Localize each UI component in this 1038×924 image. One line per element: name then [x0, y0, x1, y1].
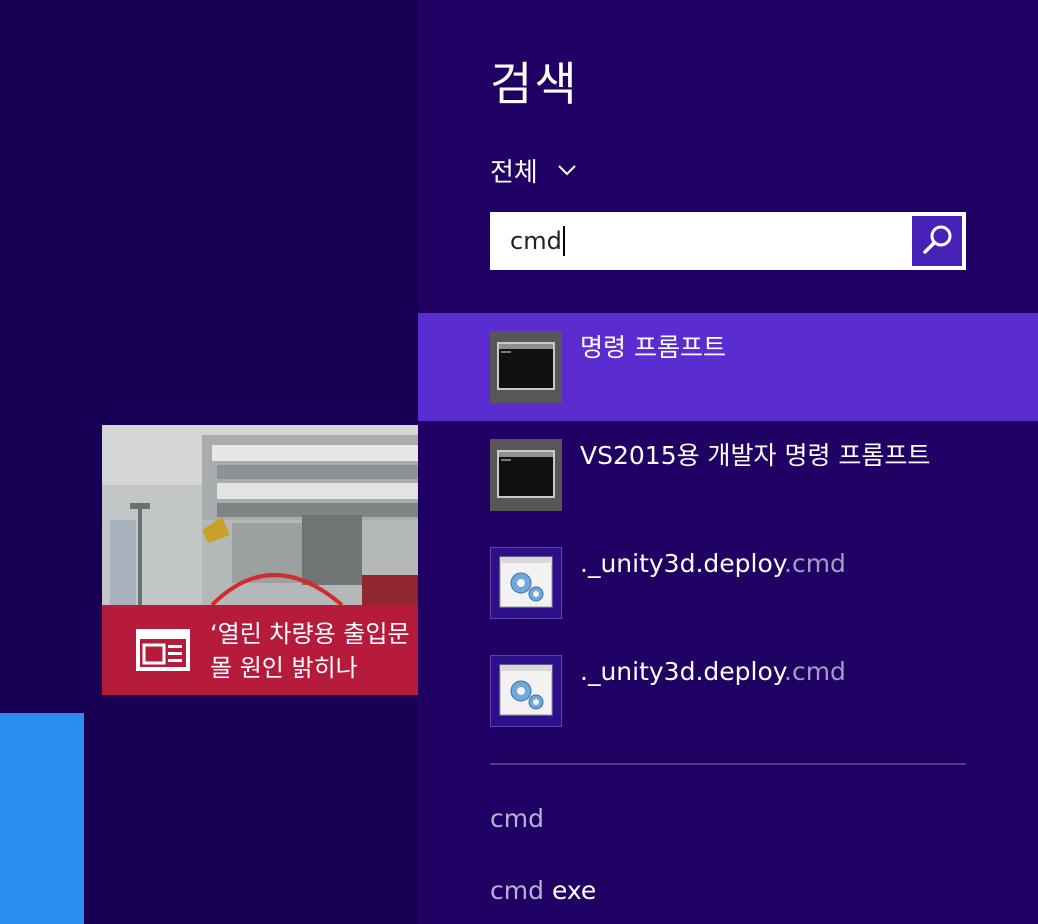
search-result-name: 명령 프롬프트: [580, 333, 726, 362]
search-suggestion[interactable]: cmd: [490, 802, 544, 836]
search-scope-dropdown[interactable]: 전체: [490, 150, 578, 190]
console-window-icon: [490, 331, 562, 403]
suggestion-match: cmd: [490, 876, 544, 905]
gear-window-icon: [490, 547, 562, 619]
news-headline-line2: 몰 원인 밝히나: [210, 654, 358, 682]
news-headline-line1: ‘열린 차량용 출입문: [210, 620, 410, 648]
search-box[interactable]: cmd: [490, 212, 966, 270]
search-result-item[interactable]: ._unity3d.deploy.cmd: [418, 529, 1038, 637]
search-result-extension: .cmd: [784, 657, 846, 686]
search-input-value: cmd: [510, 227, 562, 255]
search-result-item[interactable]: VS2015용 개발자 명령 프롬프트: [418, 421, 1038, 529]
blue-tile[interactable]: [0, 713, 84, 924]
search-input[interactable]: cmd: [510, 226, 565, 256]
search-result-extension: .cmd: [784, 549, 846, 578]
search-pane: 검색 전체 cmd 명령 프롬프트 VS2015용 개발자 명령 프롬프트 ._…: [418, 0, 1038, 924]
suggestion-rest: exe: [551, 876, 597, 905]
text-caret: [562, 226, 565, 256]
search-button[interactable]: [912, 216, 962, 266]
news-photo: [102, 425, 418, 605]
search-result-label: ._unity3d.deploy.cmd: [580, 655, 846, 689]
search-result-name: VS2015용 개발자 명령 프롬프트: [580, 441, 931, 470]
search-scope-label: 전체: [490, 157, 538, 188]
console-window-icon: [490, 439, 562, 511]
search-result-item[interactable]: 명령 프롬프트: [418, 313, 1038, 421]
search-result-label: 명령 프롬프트: [580, 331, 726, 365]
search-result-item[interactable]: ._unity3d.deploy.cmd: [418, 637, 1038, 745]
search-suggestion[interactable]: cmd exe: [490, 874, 596, 908]
news-icon: [136, 629, 190, 671]
news-headline: ‘열린 차량용 출입문 몰 원인 밝히나: [210, 617, 418, 685]
chevron-down-icon: [558, 165, 576, 176]
news-caption-band: ‘열린 차량용 출입문 몰 원인 밝히나: [102, 605, 418, 695]
search-icon: [923, 225, 952, 254]
news-tile[interactable]: ‘열린 차량용 출입문 몰 원인 밝히나: [102, 425, 418, 695]
search-result-name: ._unity3d.deploy: [580, 549, 784, 578]
search-result-name: ._unity3d.deploy: [580, 657, 784, 686]
search-pane-title: 검색: [490, 57, 579, 111]
search-result-label: ._unity3d.deploy.cmd: [580, 547, 846, 581]
results-divider: [490, 763, 966, 765]
suggestion-match: cmd: [490, 804, 544, 833]
gear-window-icon: [490, 655, 562, 727]
search-result-label: VS2015용 개발자 명령 프롬프트: [580, 439, 930, 473]
